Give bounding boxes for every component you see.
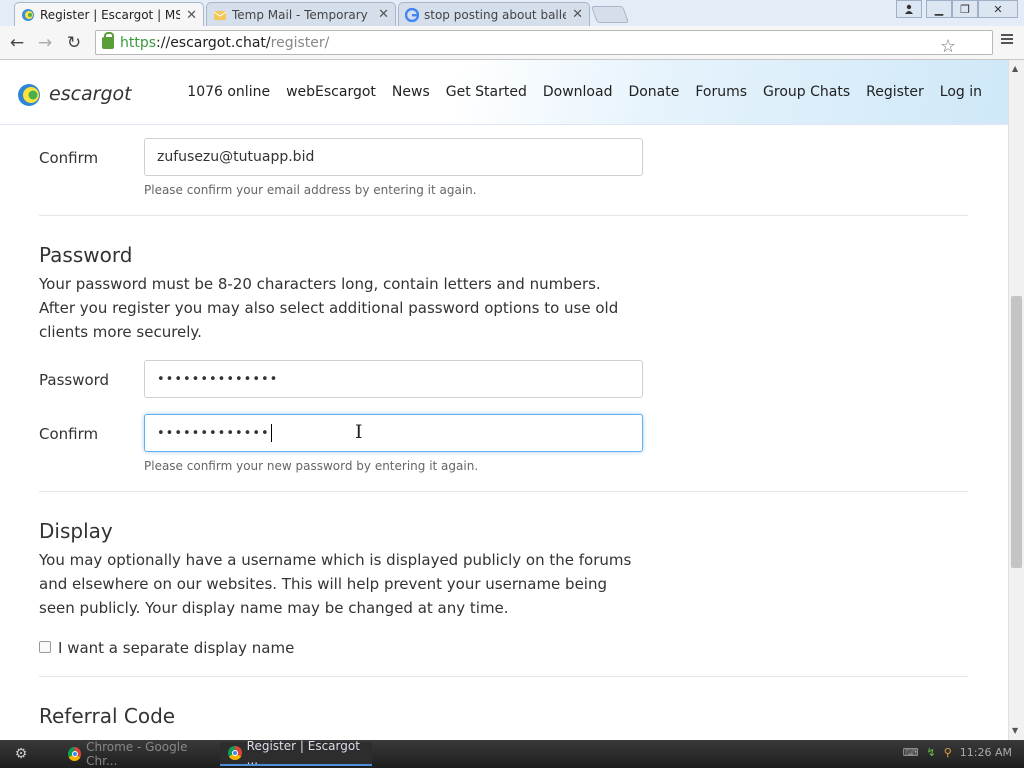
keyboard-icon[interactable]: ⌨ [903, 746, 919, 759]
nav-forums[interactable]: Forums [695, 84, 747, 100]
tab-google-search[interactable]: stop posting about balle ✕ [398, 2, 590, 26]
nav-get-started[interactable]: Get Started [446, 84, 527, 100]
password-value: •••••••••••••• [157, 371, 279, 387]
scroll-down-arrow-icon[interactable]: ▼ [1012, 726, 1018, 735]
nav-online-count: 1076 online [187, 84, 271, 100]
url-path: register/ [270, 34, 330, 51]
nav-register[interactable]: Register [866, 84, 924, 100]
chrome-icon [68, 747, 82, 761]
password-confirm-help: Please confirm your new password by ente… [144, 459, 479, 473]
taskbar-item-chrome[interactable]: Chrome - Google Chr... [60, 740, 214, 768]
password-confirm-value: ••••••••••••• [157, 425, 270, 441]
email-confirm-label: Confirm [39, 149, 99, 167]
scroll-up-arrow-icon[interactable]: ▲ [1012, 64, 1018, 73]
email-confirm-field[interactable]: zufusezu@tutuapp.bid [144, 138, 643, 176]
close-tab-icon[interactable]: ✕ [186, 8, 197, 23]
nav-log-in[interactable]: Log in [940, 84, 982, 100]
text-caret [270, 424, 272, 442]
section-divider [39, 676, 968, 677]
new-tab-button[interactable] [590, 6, 630, 23]
taskbar-item-register[interactable]: Register | Escargot ... [220, 739, 372, 767]
tab-register-escargot[interactable]: Register | Escargot | MS ✕ [14, 2, 204, 27]
password-field[interactable]: •••••••••••••• [144, 360, 643, 398]
password-label: Password [39, 371, 110, 389]
lock-icon [102, 31, 114, 49]
display-description: You may optionally have a username which… [39, 551, 632, 617]
taskbar-item-label: Chrome - Google Chr... [86, 740, 188, 768]
nav-download[interactable]: Download [543, 84, 613, 100]
email-confirm-value: zufusezu@tutuapp.bid [157, 149, 315, 165]
bookmark-star-icon[interactable]: ☆ [940, 36, 956, 57]
chrome-icon [228, 746, 242, 760]
url-scheme: https [120, 34, 157, 51]
minimize-icon[interactable]: ▁ [926, 0, 952, 18]
tab-title: stop posting about balle [424, 7, 567, 22]
reload-icon[interactable]: ↻ [63, 32, 85, 54]
clock[interactable]: 11:26 AM [960, 746, 1012, 759]
password-confirm-label: Confirm [39, 425, 99, 443]
ibeam-cursor-icon: I [355, 421, 363, 443]
address-bar[interactable]: https://escargot.chat/register/ ☆ [95, 30, 993, 57]
user-profile-icon[interactable] [896, 0, 922, 18]
os-taskbar: ⚙ Chrome - Google Chr... Register | Esca… [0, 739, 1024, 768]
tab-temp-mail[interactable]: Temp Mail - Temporary D ✕ [206, 2, 396, 26]
section-divider [39, 491, 968, 492]
browser-titlebar: Register | Escargot | MS ✕ Temp Mail - T… [0, 0, 1024, 27]
restore-icon[interactable]: ❐ [952, 0, 978, 18]
start-menu-icon[interactable]: ⚙ [6, 745, 36, 763]
display-heading: Display [39, 519, 113, 543]
site-brand[interactable]: escargot [49, 83, 132, 105]
display-name-checkbox[interactable] [39, 641, 51, 653]
system-tray: ⌨ ↯ ⚲ 11:26 AM [903, 746, 1012, 759]
page-scrollbar[interactable]: ▲ ▼ [1008, 60, 1024, 740]
escargot-favicon-icon [21, 8, 35, 22]
password-description: Your password must be 8-20 characters lo… [39, 275, 619, 341]
nav-donate[interactable]: Donate [628, 84, 679, 100]
back-arrow-icon[interactable]: ← [6, 32, 28, 54]
registration-form: Confirm zufusezu@tutuapp.bid Please conf… [0, 126, 1008, 740]
tab-title: Temp Mail - Temporary D [232, 7, 373, 22]
close-window-icon[interactable]: ✕ [978, 0, 1018, 18]
tab-title: Register | Escargot | MS [40, 8, 181, 22]
close-tab-icon[interactable]: ✕ [378, 7, 389, 22]
network-icon[interactable]: ↯ [927, 746, 936, 759]
google-favicon-icon [404, 7, 420, 22]
display-name-checkbox-label[interactable]: I want a separate display name [58, 639, 294, 657]
email-confirm-help: Please confirm your email address by ent… [144, 183, 477, 197]
escargot-logo-icon[interactable] [18, 81, 42, 109]
scrollbar-thumb[interactable] [1011, 296, 1022, 568]
browser-menu-icon[interactable] [1000, 31, 1014, 50]
site-nav: 1076 online webEscargot News Get Started… [187, 84, 982, 100]
browser-toolbar: ← → ↻ https://escargot.chat/register/ ☆ [0, 26, 1024, 60]
nav-webescargot[interactable]: webEscargot [286, 84, 376, 100]
site-header: escargot 1076 online webEscargot News Ge… [0, 60, 1008, 125]
section-divider [39, 215, 968, 216]
forward-arrow-icon[interactable]: → [34, 32, 56, 54]
nav-group-chats[interactable]: Group Chats [763, 84, 850, 100]
referral-heading: Referral Code [39, 704, 176, 728]
url-host: ://escargot.chat/ [156, 34, 271, 51]
password-confirm-field[interactable]: ••••••••••••• [144, 414, 643, 452]
password-heading: Password [39, 243, 133, 267]
close-tab-icon[interactable]: ✕ [572, 7, 583, 22]
tempmail-favicon-icon [213, 8, 227, 22]
search-icon[interactable]: ⚲ [944, 746, 952, 759]
taskbar-item-label: Register | Escargot ... [246, 739, 360, 767]
nav-news[interactable]: News [392, 84, 430, 100]
